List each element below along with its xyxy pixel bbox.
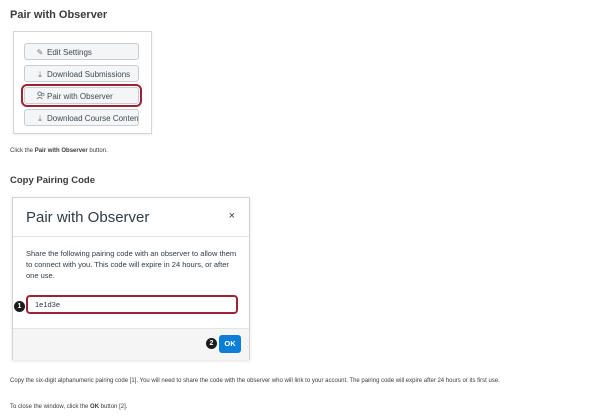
close-text: To close the window, click the xyxy=(10,404,91,410)
instruction-click-pair: Click the Pair with Observer button. xyxy=(10,148,108,154)
course-sidebar-panel: ✎ Edit Settings ⤓ Download Submissions Pai… xyxy=(13,31,152,134)
section-heading-pair: Pair with Observer xyxy=(10,9,108,21)
instruction-close-window: To close the window, click the OK button… xyxy=(10,404,127,410)
ok-button[interactable]: OK xyxy=(219,335,241,353)
close-icon[interactable]: × xyxy=(229,210,235,222)
pencil-icon: ✎ xyxy=(36,48,44,57)
section-heading-copy: Copy Pairing Code xyxy=(10,175,95,186)
edit-settings-label: Edit Settings xyxy=(47,48,92,57)
users-icon xyxy=(35,88,45,103)
pairing-code-field[interactable]: 1e1d3e xyxy=(26,295,238,314)
pair-with-observer-dialog: Pair with Observer × Share the following… xyxy=(12,197,250,360)
pair-with-observer-label: Pair with Observer xyxy=(47,92,113,101)
download-icon: ⤓ xyxy=(38,114,42,123)
dialog-divider xyxy=(13,236,249,237)
download-course-content-label: Download Course Content xyxy=(47,114,139,123)
download-icon: ⤓ xyxy=(38,70,42,79)
dialog-title: Pair with Observer xyxy=(26,209,150,226)
instruction-copy-code: Copy the six-digit alphanumeric pairing … xyxy=(10,378,500,384)
pair-with-observer-button[interactable]: Pair with Observer xyxy=(21,84,142,107)
close-bold: OK xyxy=(90,404,100,410)
edit-settings-button[interactable]: ✎ Edit Settings xyxy=(24,43,139,60)
close-text-end: button [2]. xyxy=(99,404,128,410)
download-submissions-label: Download Submissions xyxy=(47,70,131,79)
caption-bold: Pair with Observer xyxy=(34,148,88,154)
dialog-description: Share the following pairing code with an… xyxy=(26,249,237,280)
download-course-content-button[interactable]: ⤓ Download Course Content xyxy=(24,109,139,126)
callout-badge-2: 2 xyxy=(206,338,217,349)
callout-badge-1: 1 xyxy=(14,301,25,312)
caption-text: Click the xyxy=(10,148,35,154)
caption-text-end: button. xyxy=(87,148,108,154)
download-submissions-button[interactable]: ⤓ Download Submissions xyxy=(24,65,139,82)
